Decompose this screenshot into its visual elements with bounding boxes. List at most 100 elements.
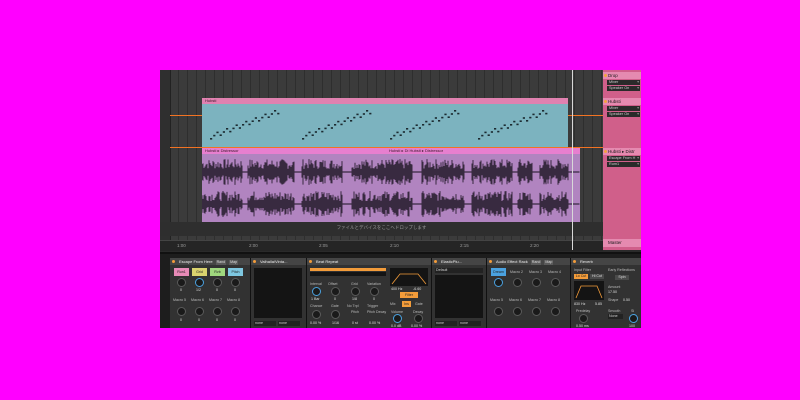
track-chain-select[interactable]: Rum1 ▾ — [607, 162, 640, 167]
macro-button-dream[interactable]: Dream — [491, 268, 506, 276]
preset-select[interactable]: Default — [435, 268, 483, 273]
decay-knob[interactable] — [414, 314, 423, 323]
macro-knob[interactable] — [195, 278, 204, 287]
track-title-distressor[interactable]: Hubsti ▸ Distr — [603, 148, 641, 155]
arrangement-view[interactable]: Hubsti Hubsti ▸ Distressor Hubsti ▸ Di H… — [160, 70, 603, 251]
macro-button-grid[interactable]: Grid — [192, 268, 207, 276]
macro-knob[interactable] — [494, 278, 503, 287]
rand-button[interactable]: Rand — [530, 260, 542, 265]
map-button[interactable]: Map — [544, 260, 554, 265]
midi-note — [305, 134, 308, 137]
trigger-toggle[interactable]: Trigger — [367, 304, 378, 308]
device-escape-from-here[interactable]: Escape From Here Rand Map Run1 Grid Rvb Pi… — [170, 258, 251, 328]
drop-area[interactable]: ファイルとデバイスをここへドロップします — [160, 222, 603, 236]
device-power-icon[interactable] — [573, 260, 576, 263]
macro-button-run1[interactable]: Run1 — [174, 268, 189, 276]
plugin-display[interactable] — [435, 275, 483, 318]
midi-note — [311, 134, 314, 136]
filter-toggle[interactable]: Filter — [400, 292, 418, 298]
macro-knob[interactable] — [177, 278, 186, 287]
macro-knob[interactable] — [513, 307, 522, 316]
device-audio-effect-rack[interactable]: Audio Effect Rack Rand Map Dream Macro 2 M… — [487, 258, 571, 328]
time-ruler[interactable]: 1:00 2:00 2:05 2:10 2:15 2:20 — [160, 240, 603, 251]
track-speaker-select[interactable]: Speaker On ▾ — [607, 86, 640, 91]
map-button[interactable]: Map — [229, 260, 239, 265]
macro-knob[interactable] — [513, 278, 522, 287]
master-track[interactable]: Master — [603, 239, 641, 247]
no-triplet-toggle[interactable]: No Trpl — [347, 304, 359, 308]
interval-knob[interactable] — [312, 287, 321, 296]
hi-cut-toggle[interactable]: Hi Cut — [590, 274, 604, 279]
grid-knob[interactable] — [351, 287, 360, 296]
track-activator-icon[interactable] — [604, 74, 607, 77]
device-title[interactable]: Beat Repeat — [307, 258, 431, 265]
midi-note — [438, 120, 441, 122]
input-filter-display[interactable] — [574, 281, 604, 300]
track-speaker-select[interactable]: Speaker On ▾ — [607, 112, 640, 117]
filter-display[interactable] — [390, 268, 428, 286]
midi-note — [542, 110, 545, 112]
device-power-icon[interactable] — [489, 260, 492, 263]
variation-knob[interactable] — [370, 287, 379, 296]
size-knob[interactable] — [629, 314, 638, 323]
gate-knob[interactable] — [331, 310, 340, 319]
midi-note — [359, 116, 362, 118]
predelay-knob[interactable] — [579, 314, 588, 323]
track-mixer-select[interactable]: Mixer ▾ — [607, 80, 640, 85]
plugin-dropdown[interactable]: none — [459, 321, 481, 326]
track-activator-icon[interactable] — [604, 100, 607, 103]
midi-note — [261, 116, 264, 119]
track-mixer-select[interactable]: Mixer ▾ — [607, 106, 640, 111]
device-title[interactable]: Audio Effect Rack Rand Map — [487, 258, 570, 265]
plugin-dropdown[interactable]: none — [278, 321, 300, 326]
device-power-icon[interactable] — [172, 260, 175, 263]
track-title-drop[interactable]: Drop — [603, 72, 641, 79]
device-reverb[interactable]: Reverb Input Filter Lo Cut Hi Cut 830 Hz… — [571, 258, 641, 328]
device-power-icon[interactable] — [253, 260, 256, 263]
macro-knob[interactable] — [551, 278, 560, 287]
macro-knob[interactable] — [532, 278, 541, 287]
device-title[interactable]: Valhalla/Vinta... — [251, 258, 306, 265]
plugin-dropdown[interactable]: none — [435, 321, 457, 326]
track-input-select[interactable]: Escape From H ▾ — [607, 156, 640, 161]
device-elastic[interactable]: ElasticPlu... Default none none — [432, 258, 487, 328]
param-value: 0.00 % — [369, 321, 381, 325]
device-valhalla[interactable]: Valhalla/Vinta... none none — [251, 258, 307, 328]
insert-toggle[interactable]: Ins — [402, 301, 411, 307]
chance-knob[interactable] — [312, 310, 321, 319]
device-power-icon[interactable] — [434, 260, 437, 263]
spin-toggle[interactable]: Spin — [615, 275, 629, 280]
macro-button-rvb[interactable]: Rvb — [210, 268, 225, 276]
volume-knob[interactable] — [393, 314, 402, 323]
track-title-hubsti[interactable]: Hubsti — [603, 98, 641, 105]
macro-knob[interactable] — [177, 307, 186, 316]
device-title[interactable]: Escape From Here Rand Map — [170, 258, 250, 265]
gate-toggle[interactable]: Gate — [415, 302, 423, 306]
offset-knob[interactable] — [331, 287, 340, 296]
plugin-display[interactable] — [254, 268, 302, 318]
plugin-dropdown[interactable]: none — [254, 321, 276, 326]
smooth-select[interactable]: None — [608, 314, 623, 319]
macro-knob[interactable] — [195, 307, 204, 316]
audio-clip[interactable] — [202, 154, 580, 222]
macro-knob[interactable] — [231, 278, 240, 287]
macro-knob[interactable] — [213, 307, 222, 316]
device-power-icon[interactable] — [309, 260, 312, 263]
filter-curve — [391, 273, 427, 285]
playhead[interactable] — [572, 70, 573, 250]
lo-cut-toggle[interactable]: Lo Cut — [574, 274, 588, 279]
rand-button[interactable]: Rand — [215, 260, 227, 265]
macro-knob[interactable] — [532, 307, 541, 316]
macro-knob[interactable] — [551, 307, 560, 316]
macro-knob[interactable] — [231, 307, 240, 316]
track-activator-icon[interactable] — [604, 150, 607, 153]
device-title[interactable]: Reverb — [571, 258, 641, 265]
device-beat-repeat[interactable]: Beat Repeat Interval Offset Grid Variati… — [307, 258, 432, 328]
param-label: Interval — [310, 282, 322, 286]
midi-clip[interactable] — [202, 104, 568, 147]
macro-knob[interactable] — [494, 307, 503, 316]
macro-button-pitch[interactable]: Pitch — [228, 268, 243, 276]
repeat-indicator — [310, 268, 386, 271]
device-title[interactable]: ElasticPlu... — [432, 258, 486, 265]
macro-knob[interactable] — [213, 278, 222, 287]
